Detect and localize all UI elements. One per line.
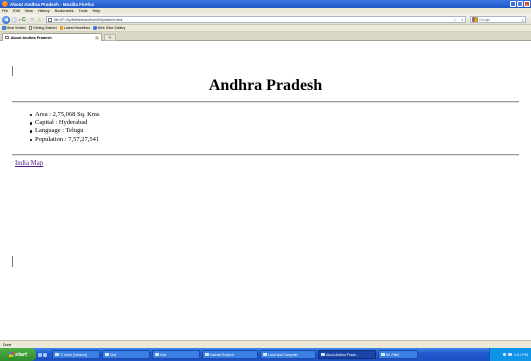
menu-view[interactable]: View <box>25 9 33 13</box>
folder-icon <box>263 352 267 357</box>
tab-strip: About Andhra Pradesh × + <box>0 32 531 41</box>
quick-launch-icon[interactable] <box>43 352 47 357</box>
menu-help[interactable]: Help <box>93 9 101 13</box>
ie-icon <box>93 26 97 30</box>
maximize-button[interactable]: □ <box>517 1 523 7</box>
reload-button[interactable]: C <box>22 16 26 23</box>
taskbar-item-label: html <box>110 352 117 357</box>
bookmark-label: Most Visited <box>6 26 26 30</box>
window-controls: _ □ × <box>510 1 530 7</box>
window-title: About Andhra Pradesh - Mozilla Firefox <box>10 1 95 7</box>
page-icon <box>5 35 9 40</box>
status-text: Done <box>3 342 12 347</box>
bookmark-web-slice-gallery[interactable]: Web Slice Gallery <box>93 26 125 30</box>
frame-edge <box>12 66 13 76</box>
url-dropdown-icon[interactable]: ▾ <box>461 18 463 22</box>
bookmark-latest-headlines[interactable]: Latest Headlines <box>59 26 91 30</box>
taskbar-item-label: html <box>160 352 167 357</box>
taskbar-item[interactable]: Local and Computer <box>260 350 316 359</box>
taskbar-item[interactable]: html <box>102 350 150 359</box>
folder-icon <box>155 352 159 357</box>
page-icon <box>28 26 32 30</box>
fact-language: Language : Telugu <box>30 127 99 135</box>
back-button[interactable]: ◀ <box>2 15 10 24</box>
paint-icon <box>381 352 385 357</box>
india-map-link[interactable]: India Map <box>15 160 43 167</box>
ie-icon <box>205 352 209 357</box>
new-tab-button[interactable]: + <box>104 34 116 41</box>
window-title-bar[interactable]: About Andhra Pradesh - Mozilla Firefox _… <box>0 0 531 8</box>
forward-button[interactable]: ▶ <box>11 16 17 23</box>
status-bar: Done <box>0 340 531 348</box>
page-heading: Andhra Pradesh <box>208 77 323 94</box>
taskbar-item-active[interactable]: About Andhra Prade... <box>318 350 376 359</box>
taskbar-item[interactable]: html <box>152 350 200 359</box>
system-tray: 1:21 PM <box>489 348 531 361</box>
close-button[interactable]: × <box>524 1 530 7</box>
tab-title: About Andhra Pradesh <box>10 35 52 40</box>
search-icon[interactable]: ⌕ <box>521 18 524 23</box>
taskbar-item[interactable]: Y! Inbox (Inbound) <box>52 350 100 359</box>
firefox-icon <box>321 352 325 357</box>
app-icon <box>55 352 59 357</box>
windows-logo-icon <box>9 352 15 357</box>
clock: 1:21 PM <box>513 352 528 357</box>
taskbar-item-label: Y! Inbox (Inbound) <box>60 352 88 357</box>
page-content: Andhra Pradesh Area : 2,75,068 Sq. Kms C… <box>0 42 531 340</box>
tab-about-andhra-pradesh[interactable]: About Andhra Pradesh × <box>2 33 102 41</box>
bookmarks-toolbar: Most Visited Getting Started Latest Head… <box>0 25 531 32</box>
menu-bookmarks[interactable]: Bookmarks <box>55 9 74 13</box>
quick-launch <box>38 352 50 357</box>
navigation-toolbar: ◀ ▶ ▾ C ✕ ⌂ ☆ ▾ ⌕ <box>0 14 531 25</box>
menu-edit[interactable]: Edit <box>13 9 20 13</box>
rss-icon <box>59 26 64 30</box>
fact-area: Area : 2,75,068 Sq. Kms <box>30 111 99 119</box>
taskbar-item[interactable]: Internet Explorer <box>202 350 258 359</box>
tab-close-icon[interactable]: × <box>95 35 99 40</box>
stop-button[interactable]: ✕ <box>30 16 34 23</box>
network-icon[interactable] <box>502 352 507 357</box>
url-input[interactable] <box>54 17 434 22</box>
divider <box>12 154 519 156</box>
facts-list: Area : 2,75,068 Sq. Kms Capital : Hydera… <box>30 111 99 144</box>
menu-history[interactable]: History <box>38 9 50 13</box>
frame-edge <box>12 256 13 267</box>
history-dropdown-icon[interactable]: ▾ <box>18 16 21 23</box>
bookmark-star-icon[interactable]: ☆ <box>453 18 457 24</box>
windows-taskbar: start Y! Inbox (Inbound) html html Inter… <box>0 348 531 361</box>
fact-population: Population : 7,57,27,541 <box>30 136 99 144</box>
start-label: start <box>15 351 27 358</box>
taskbar-item-label: Local and Computer <box>268 352 298 357</box>
bookmark-label: Web Slice Gallery <box>97 26 126 30</box>
firefox-icon <box>2 1 8 7</box>
bookmark-label: Latest Headlines <box>64 26 91 30</box>
bookmark-getting-started[interactable]: Getting Started <box>28 26 57 30</box>
bookmark-label: Getting Started <box>33 26 57 30</box>
google-icon[interactable] <box>472 17 478 22</box>
page-icon <box>48 17 52 22</box>
search-input[interactable] <box>479 17 519 22</box>
start-button[interactable]: start <box>0 348 36 361</box>
volume-icon[interactable] <box>508 352 512 357</box>
menu-tools[interactable]: Tools <box>79 9 88 13</box>
search-box: ⌕ <box>470 16 526 23</box>
divider <box>12 101 519 103</box>
menu-file[interactable]: File <box>2 9 8 13</box>
taskbar-item-label: Internet Explorer <box>210 352 235 357</box>
taskbar-item-label: Mr. Paint <box>386 352 400 357</box>
folder-icon <box>105 352 109 357</box>
taskbar-item-label: About Andhra Prade... <box>326 352 359 357</box>
bookmark-most-visited[interactable]: Most Visited <box>2 26 26 30</box>
home-button[interactable]: ⌂ <box>38 16 41 23</box>
taskbar-item[interactable]: Mr. Paint <box>378 350 418 359</box>
bookmark-folder-icon <box>2 26 6 30</box>
quick-launch-icon[interactable] <box>38 352 42 357</box>
url-bar: ☆ ▾ <box>46 16 466 24</box>
minimize-button[interactable]: _ <box>510 1 516 7</box>
fact-capital: Capital : Hyderabad <box>30 119 99 127</box>
